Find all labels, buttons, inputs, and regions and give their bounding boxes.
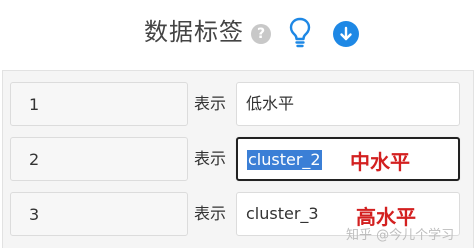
download-icon[interactable] bbox=[333, 21, 359, 47]
lightbulb-icon[interactable] bbox=[287, 16, 313, 50]
watermark: 知乎 @今儿个学习 bbox=[346, 228, 455, 243]
label-value-text: 低水平 bbox=[246, 94, 295, 113]
header: 数据标签 ? bbox=[0, 0, 474, 68]
index-value: 2 bbox=[29, 150, 40, 169]
label-value-text: cluster_2 bbox=[247, 150, 322, 170]
label-value-text: cluster_3 bbox=[246, 204, 319, 223]
help-icon[interactable]: ? bbox=[251, 24, 271, 44]
page-title: 数据标签 bbox=[144, 18, 244, 46]
label-value-input[interactable]: cluster_2 bbox=[236, 137, 460, 181]
row-label: 表示 bbox=[194, 204, 227, 223]
index-field[interactable]: 3 bbox=[10, 192, 188, 236]
index-value: 3 bbox=[29, 205, 40, 224]
row-label: 表示 bbox=[194, 94, 227, 113]
label-row: 2 表示 cluster_2 中水平 bbox=[0, 137, 474, 185]
annotation-text: 中水平 bbox=[350, 150, 410, 174]
index-field[interactable]: 2 bbox=[10, 137, 188, 181]
index-value: 1 bbox=[29, 95, 40, 114]
index-field[interactable]: 1 bbox=[10, 82, 188, 126]
label-value-input[interactable]: 低水平 bbox=[236, 82, 460, 126]
row-label: 表示 bbox=[194, 149, 227, 168]
label-row: 1 表示 低水平 bbox=[0, 82, 474, 130]
